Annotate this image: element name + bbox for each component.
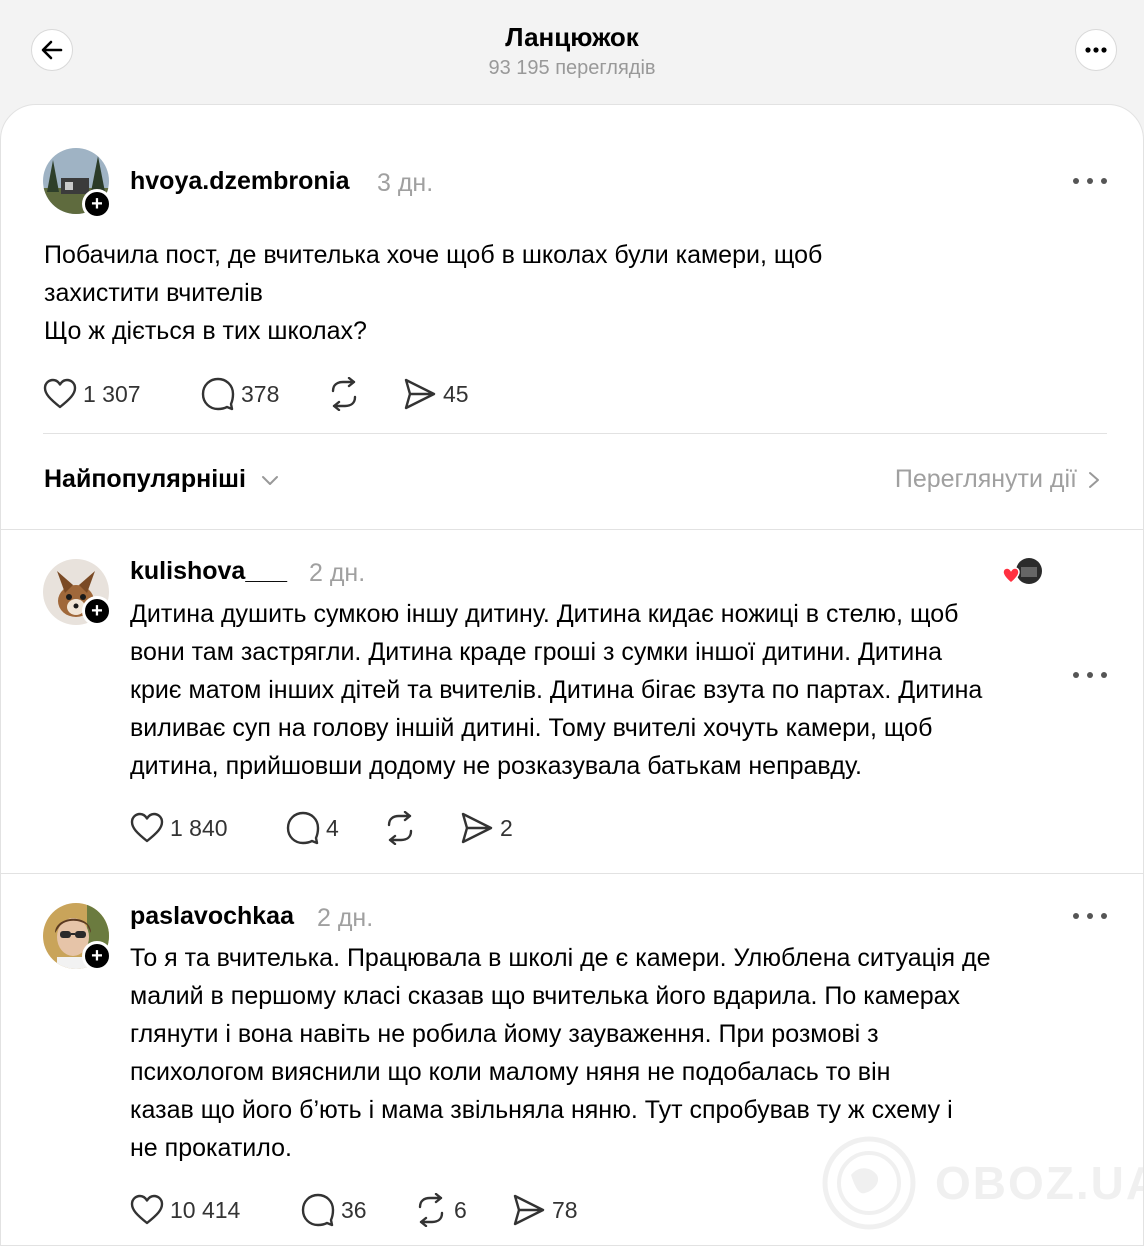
comment-icon <box>201 377 235 411</box>
share-button[interactable]: 2 <box>460 810 513 846</box>
liked-by-author-badge <box>1001 557 1045 587</box>
like-button[interactable]: 1 840 <box>130 810 228 846</box>
share-count: 78 <box>552 1196 578 1223</box>
post-actions: 1 307 378 45 <box>43 376 503 412</box>
reply-more-icon[interactable] <box>1073 670 1107 680</box>
share-button[interactable]: 45 <box>403 376 469 412</box>
reply-text: Дитина душить сумкою іншу дитину. Дитина… <box>130 600 983 780</box>
watermark: OBOZ.UA <box>821 1135 1144 1231</box>
chevron-right-icon <box>1089 471 1099 488</box>
more-icon <box>1085 47 1107 53</box>
heart-icon <box>130 1194 164 1225</box>
top-bar: Ланцюжок 93 195 переглядів <box>0 0 1144 104</box>
post-more-icon[interactable] <box>1073 176 1107 186</box>
repost-icon <box>418 1193 444 1227</box>
view-count: 93 195 переглядів <box>488 57 656 79</box>
reply-time: 2 дн. <box>309 559 366 587</box>
reply-actions: 1 840 4 2 <box>130 810 530 846</box>
like-count: 1 307 <box>83 380 141 407</box>
repost-icon <box>387 811 413 845</box>
comment-count: 4 <box>326 814 339 841</box>
sort-label: Найпопулярніші <box>44 465 246 493</box>
comment-button[interactable]: 36 <box>301 1192 367 1228</box>
repost-button[interactable] <box>383 810 417 846</box>
like-button[interactable]: 1 307 <box>43 376 141 412</box>
post-text: Побачила пост, де вчителька хоче щоб в ш… <box>44 241 823 345</box>
follow-button[interactable]: + <box>82 941 112 971</box>
chevron-down-icon <box>261 476 278 486</box>
avatar-heart-icon <box>1002 558 1042 584</box>
divider <box>1 873 1143 874</box>
share-count: 45 <box>443 380 469 407</box>
username[interactable]: paslavochkaa <box>130 902 294 931</box>
page-title: Ланцюжок <box>505 22 639 52</box>
like-count: 1 840 <box>170 814 228 841</box>
divider <box>43 433 1107 434</box>
repost-icon <box>331 377 357 411</box>
sort-dropdown[interactable]: Найпопулярніші <box>44 465 279 494</box>
reply-time: 2 дн. <box>317 904 374 932</box>
divider <box>1 529 1143 530</box>
username[interactable]: hvoya.dzembronia <box>130 167 350 196</box>
follow-button[interactable]: + <box>82 596 112 626</box>
share-icon <box>513 1194 545 1226</box>
comment-icon <box>301 1193 335 1227</box>
repost-button[interactable]: 6 <box>414 1192 467 1228</box>
share-icon <box>404 378 436 410</box>
view-activity-label: Переглянути дії <box>894 465 1077 493</box>
follow-button[interactable]: + <box>82 189 112 219</box>
comment-icon <box>286 811 320 845</box>
menu-button[interactable] <box>1075 29 1117 71</box>
share-button[interactable]: 78 <box>512 1192 578 1228</box>
share-icon <box>461 812 493 844</box>
like-button[interactable]: 10 414 <box>130 1192 240 1228</box>
heart-icon <box>43 378 77 409</box>
comment-button[interactable]: 4 <box>286 810 339 846</box>
comment-count: 378 <box>241 380 280 407</box>
globe-icon <box>822 1136 916 1230</box>
thread-card: + hvoya.dzembronia 3 дн. Побачила пост, … <box>0 104 1144 1246</box>
reply-more-icon[interactable] <box>1073 911 1107 921</box>
heart-icon <box>130 812 164 843</box>
comment-count: 36 <box>341 1196 367 1223</box>
repost-button[interactable] <box>327 376 361 412</box>
like-count: 10 414 <box>170 1196 241 1223</box>
watermark-text: OBOZ.UA <box>935 1157 1144 1209</box>
view-activity-link[interactable]: Переглянути дії <box>895 465 1101 494</box>
repost-count: 6 <box>454 1196 467 1223</box>
username[interactable]: kulishova___ <box>130 557 287 586</box>
post-time: 3 дн. <box>377 169 434 197</box>
reply-text: То я та вчителька. Працювала в школі де … <box>130 944 991 1162</box>
comment-button[interactable]: 378 <box>201 376 279 412</box>
share-count: 2 <box>500 814 513 841</box>
reply-actions: 10 414 36 6 78 <box>130 1192 590 1228</box>
